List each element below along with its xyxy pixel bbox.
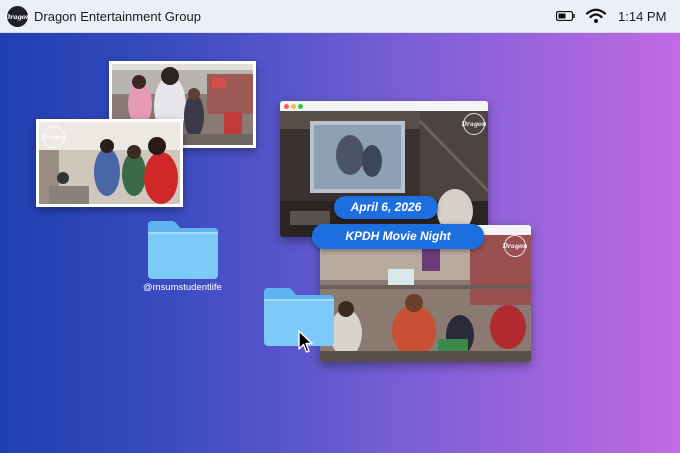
mouse-cursor-icon (298, 330, 313, 353)
dragon-watermark-icon: Dragon (462, 113, 486, 135)
photo-image: Dragon (39, 122, 180, 204)
wifi-icon[interactable] (586, 8, 606, 24)
battery-icon[interactable] (556, 11, 575, 21)
folder-label[interactable]: @msumstudentlife (143, 282, 222, 293)
folder-icon[interactable] (146, 221, 220, 281)
window-titlebar (280, 101, 488, 111)
window-close-button[interactable] (284, 104, 289, 109)
dragon-logo-icon[interactable]: Dragon (5, 6, 31, 27)
event-date-pill: April 6, 2026 (334, 196, 438, 219)
photo-scene (320, 235, 531, 362)
dragon-watermark-icon: Dragon (42, 126, 66, 148)
event-title-pill: KPDH Movie Night (312, 224, 484, 249)
app-title[interactable]: Dragon Entertainment Group (34, 9, 201, 24)
window-zoom-button[interactable] (298, 104, 303, 109)
menu-bar: Dragon Dragon Entertainment Group 1:14 P… (0, 0, 680, 33)
window-minimize-button[interactable] (291, 104, 296, 109)
dragon-watermark-icon: Dragon (503, 235, 527, 257)
photo-card-students-table[interactable]: Dragon (36, 119, 183, 207)
clock[interactable]: 1:14 PM (618, 9, 666, 24)
